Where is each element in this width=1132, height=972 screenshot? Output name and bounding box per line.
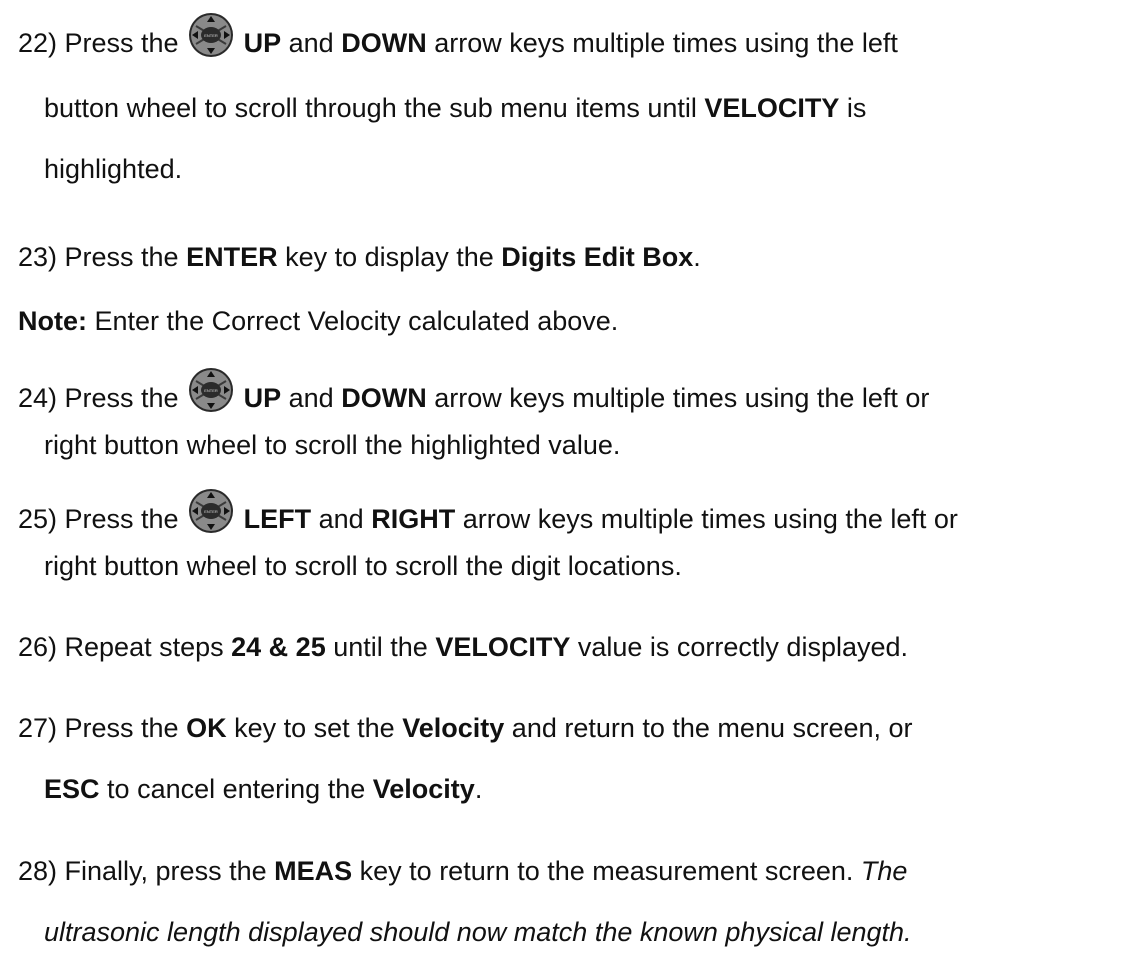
svg-text:ENTER: ENTER [204, 509, 218, 514]
step-27-line-2: ESC to cancel entering the Velocity. [44, 774, 483, 804]
step-22-line-2: button wheel to scroll through the sub m… [44, 93, 867, 123]
step-27-line-1: 27) Press the OK key to set the Velocity… [18, 713, 913, 743]
step-23-line-1: 23) Press the ENTER key to display the D… [18, 242, 701, 272]
step-24-line-2: right button wheel to scroll the highlig… [44, 430, 621, 460]
step-26-line-1: 26) Repeat steps 24 & 25 until the VELOC… [18, 632, 909, 662]
button-wheel-icon: ENTER [188, 12, 234, 58]
svg-text:ENTER: ENTER [204, 33, 218, 38]
step-28-line-1: 28) Finally, press the MEAS key to retur… [18, 856, 908, 886]
svg-text:ENTER: ENTER [204, 388, 218, 393]
step-24-line-1: 24) Press the ENTER UP and DOWN arrow ke… [18, 367, 929, 415]
step-25-line-2: right button wheel to scroll to scroll t… [44, 551, 682, 581]
instruction-document: 22) Press the ENTER UP and DOWN arrow ke… [0, 0, 1132, 972]
step-28-line-2: ultrasonic length displayed should now m… [44, 917, 912, 947]
button-wheel-icon: ENTER [188, 367, 234, 413]
step-22-line-1: 22) Press the ENTER UP and DOWN arrow ke… [18, 12, 898, 60]
note-line: Note: Enter the Correct Velocity calcula… [18, 306, 619, 336]
step-25-line-1: 25) Press the ENTER LEFT and RIGHT arrow… [18, 488, 958, 536]
button-wheel-icon: ENTER [188, 488, 234, 534]
step-22-line-3: highlighted. [44, 154, 183, 184]
